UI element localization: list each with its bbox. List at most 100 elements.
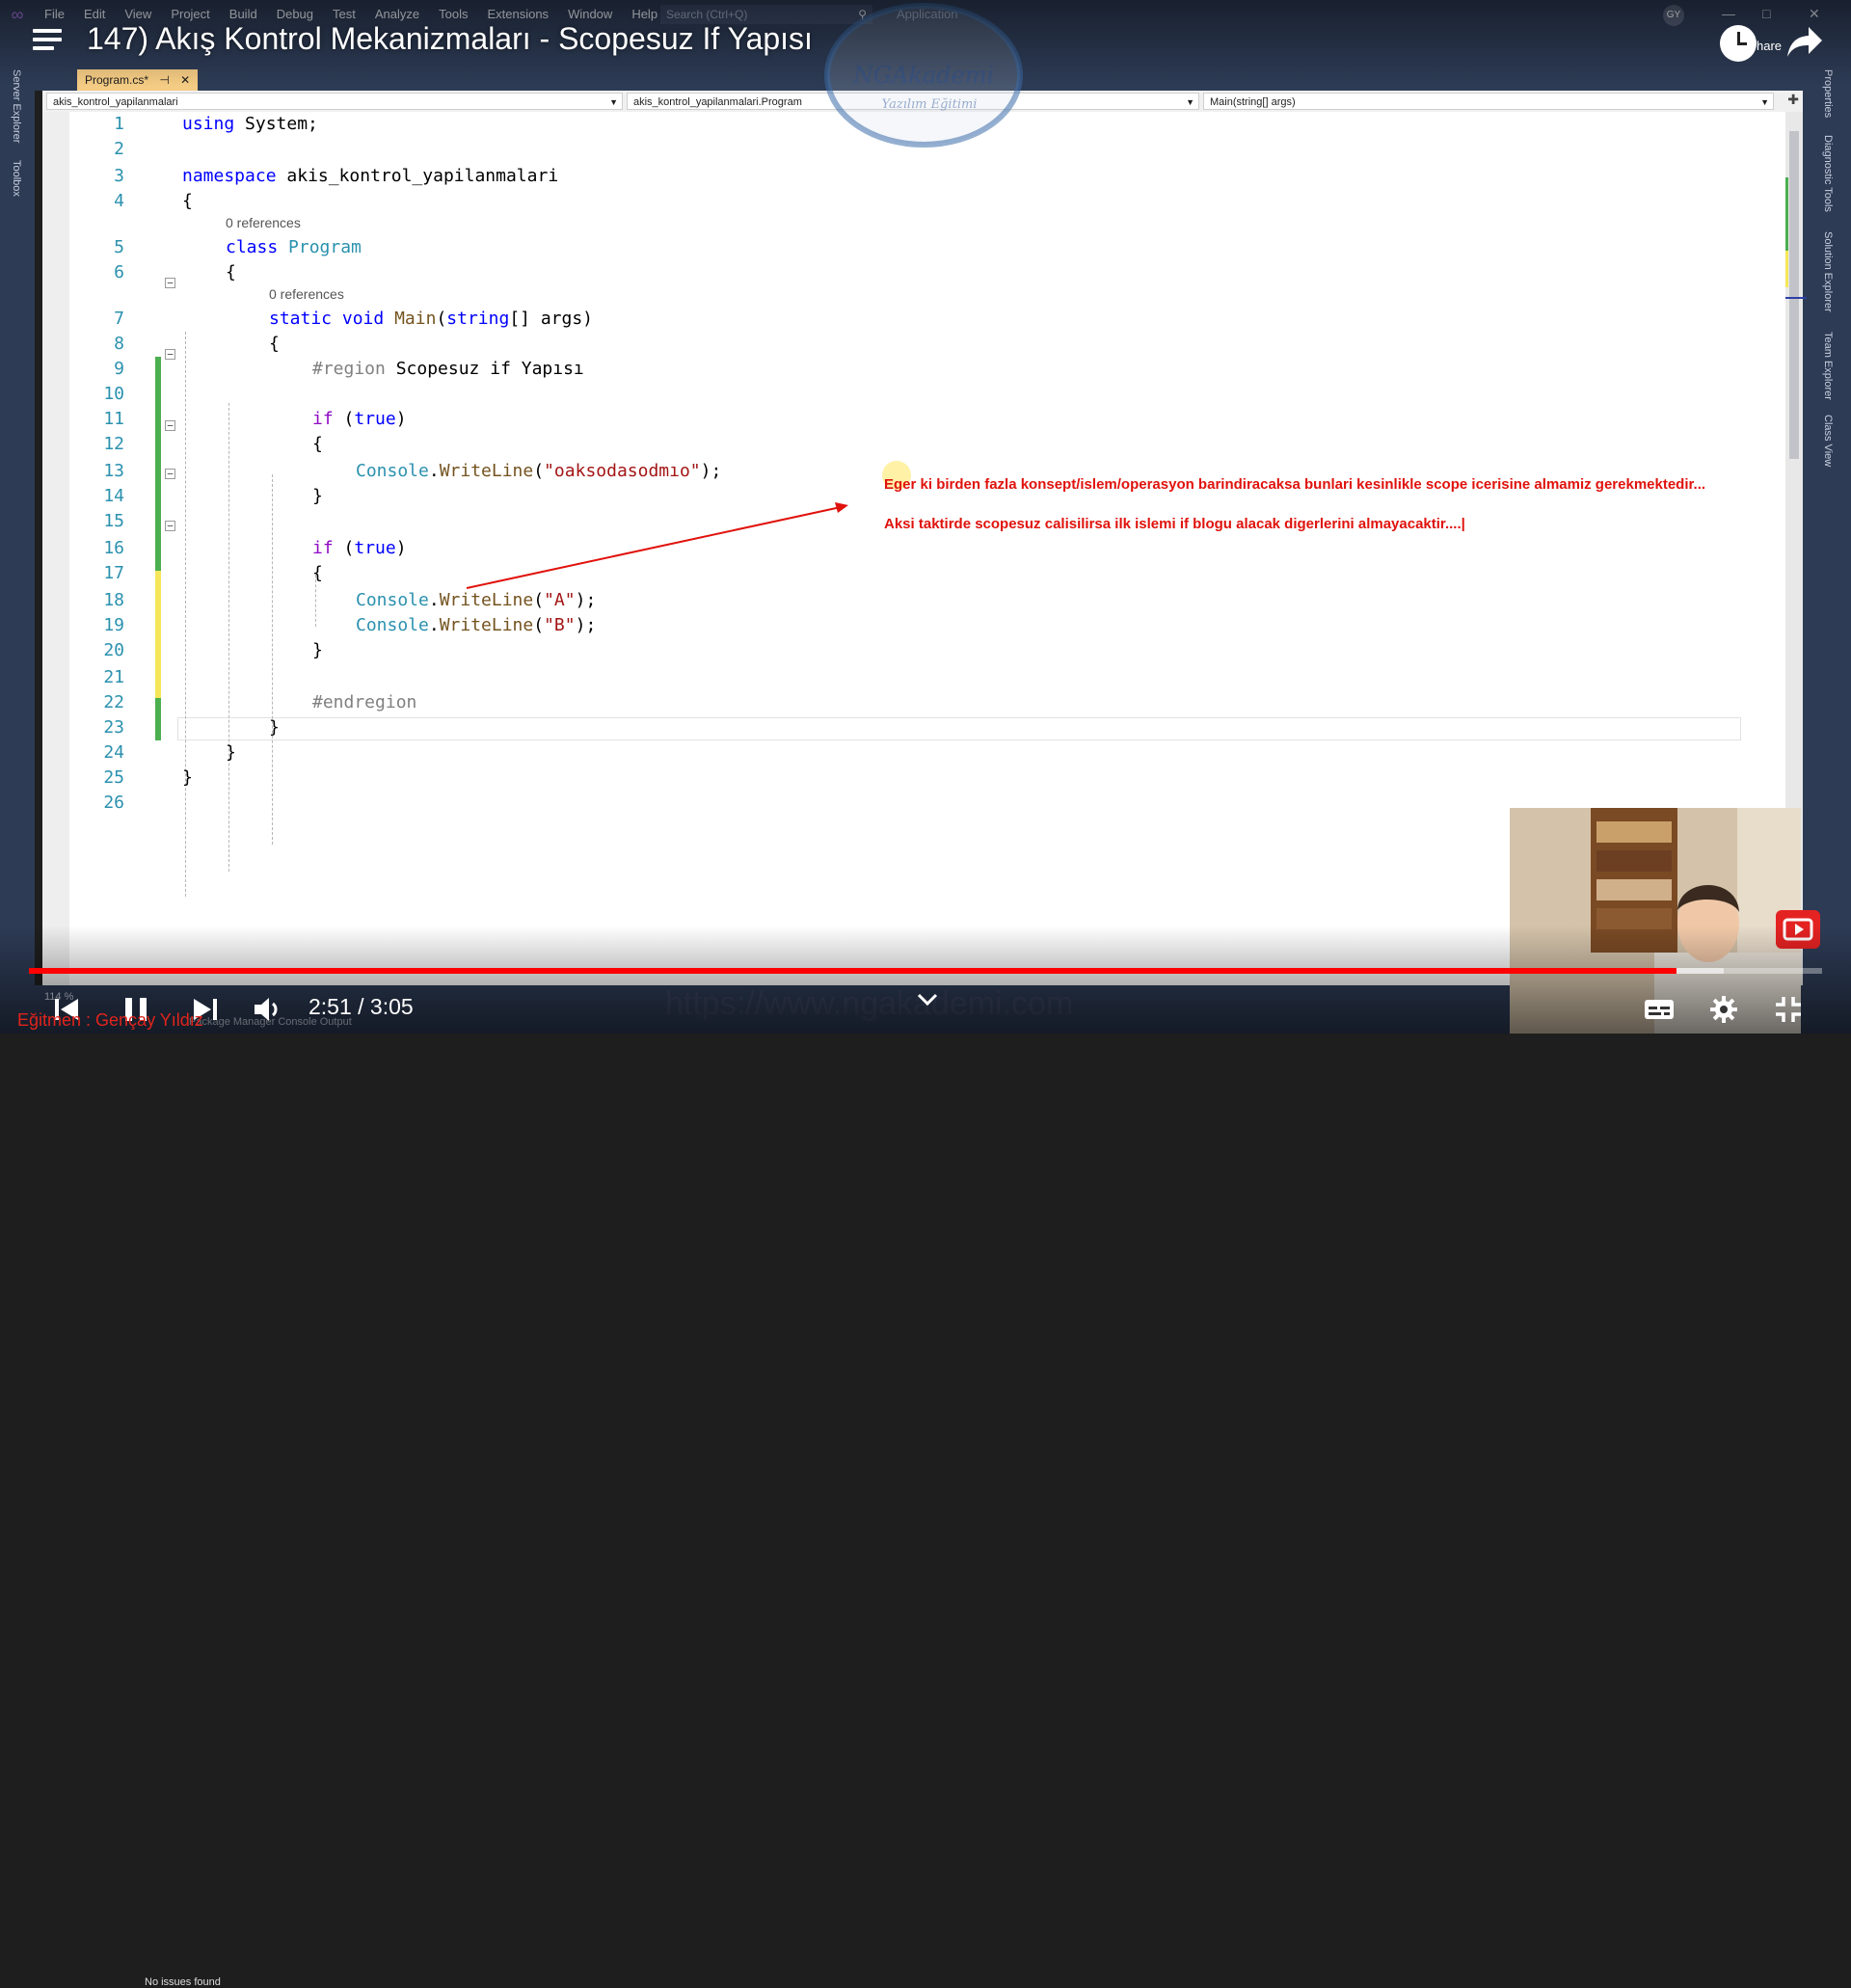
code-line: 21: [42, 665, 1758, 690]
line-number: 11: [103, 409, 124, 429]
share-icon[interactable]: [1785, 25, 1824, 60]
settings-gear-icon[interactable]: [1708, 995, 1739, 1024]
tab-program-cs[interactable]: Program.cs* ⊣ ✕: [77, 69, 199, 91]
code-text: {: [226, 262, 236, 282]
code-line: 24 }: [42, 740, 1758, 766]
code-line: 3 namespace akis_kontrol_yapilanmalari: [42, 164, 1758, 189]
scrollbar-thumb[interactable]: [1789, 131, 1799, 459]
chevron-down-icon[interactable]: [916, 991, 939, 1008]
line-number: 17: [103, 563, 124, 583]
project-dropdown[interactable]: akis_kontrol_yapilanmalari ▼: [46, 93, 623, 110]
watch-later-icon[interactable]: [1720, 25, 1757, 62]
restore-icon[interactable]: □: [1762, 6, 1770, 21]
string-literal: "oaksodasodmıo": [544, 461, 701, 481]
line-number: 1: [114, 114, 124, 134]
line-number: 26: [103, 793, 124, 813]
class-dropdown[interactable]: akis_kontrol_yapilanmalari.Program ▼: [627, 93, 1199, 110]
line-number: 16: [103, 538, 124, 558]
code-line: 7 static void Main(string[] args): [42, 307, 1758, 332]
code-line: 25 }: [42, 766, 1758, 791]
code-line: 6 {: [42, 260, 1758, 285]
menu-file[interactable]: File: [35, 0, 74, 29]
code-text: {: [312, 434, 323, 454]
code-text: }: [312, 640, 323, 660]
class-dropdown-value: akis_kontrol_yapilanmalari.Program: [633, 96, 802, 108]
line-number: 23: [103, 717, 124, 738]
visual-studio-logo-icon: ∞: [11, 4, 24, 24]
share-label[interactable]: hare: [1757, 39, 1782, 53]
code-text: if (true): [312, 538, 407, 558]
time-display: 2:51 / 3:05: [308, 994, 414, 1019]
tab-label: Program.cs*: [85, 73, 149, 87]
menu-icon: [33, 46, 54, 50]
minimize-icon[interactable]: —: [1722, 6, 1735, 21]
properties-tab[interactable]: Properties: [1822, 69, 1834, 118]
playlist-menu-button[interactable]: [33, 29, 62, 54]
code-text: class Program: [226, 237, 362, 257]
code-line: 16 if (true): [42, 536, 1758, 561]
close-tab-icon[interactable]: ✕: [180, 73, 190, 87]
code-text: if (true): [312, 409, 407, 429]
chevron-down-icon: ▼: [1186, 97, 1194, 107]
chevron-down-icon: ▼: [609, 97, 618, 107]
line-number: 12: [103, 434, 124, 454]
video-title[interactable]: 147) Akış Kontrol Mekanizmaları - Scopes…: [87, 21, 813, 57]
member-dropdown-value: Main(string[] args): [1210, 96, 1296, 108]
code-line: 12 {: [42, 432, 1758, 457]
code-line: 23 }: [42, 715, 1758, 740]
overview-caret-mark: [1785, 297, 1807, 299]
chevron-down-icon: ▼: [1760, 97, 1769, 107]
code-text: #region Scopesuz if Yapısı: [312, 359, 584, 379]
code-line: 5 class Program: [42, 235, 1758, 260]
line-number: 9: [114, 359, 124, 379]
overview-change-mark: [1785, 251, 1788, 287]
annotation-line-2: Aksi taktirde scopesuz calisilirsa ilk i…: [884, 516, 1465, 532]
line-number: 6: [114, 262, 124, 282]
namespace-name: akis_kontrol_yapilanmalari: [286, 166, 559, 186]
seek-bar[interactable]: [29, 968, 1822, 974]
team-explorer-tab[interactable]: Team Explorer: [1822, 332, 1834, 400]
split-add-icon[interactable]: ✚: [1787, 92, 1799, 108]
seek-bar-played: [29, 968, 1677, 974]
volume-icon[interactable]: [253, 995, 285, 1024]
exit-fullscreen-icon[interactable]: [1774, 995, 1803, 1024]
issues-status[interactable]: No issues found: [145, 1976, 221, 1988]
code-line: 18 Console.WriteLine("A");: [42, 588, 1758, 613]
codelens-references[interactable]: 0 references: [226, 214, 301, 231]
code-line: 11 if (true): [42, 407, 1758, 432]
user-avatar[interactable]: GY: [1663, 5, 1684, 26]
diagnostic-tools-tab[interactable]: Diagnostic Tools: [1822, 135, 1834, 212]
code-line: 17 {: [42, 561, 1758, 586]
subtitles-icon[interactable]: [1643, 995, 1676, 1024]
class-view-tab[interactable]: Class View: [1822, 415, 1834, 467]
play-logo-icon: [1783, 918, 1813, 941]
line-number: 20: [103, 640, 124, 660]
code-line: 22 #endregion: [42, 690, 1758, 715]
code-text: }: [182, 767, 193, 788]
code-text: }: [226, 742, 236, 763]
line-number: 4: [114, 191, 124, 211]
solution-explorer-tab[interactable]: Solution Explorer: [1822, 231, 1834, 312]
code-line: 2: [42, 137, 1758, 162]
navigation-bar: akis_kontrol_yapilanmalari ▼ akis_kontro…: [42, 91, 1803, 113]
line-number: 14: [103, 486, 124, 506]
right-tool-rail: Properties Diagnostic Tools Solution Exp…: [1803, 66, 1851, 1001]
code-text: using System;: [182, 114, 318, 134]
line-number: 5: [114, 237, 124, 257]
code-line: 4 {: [42, 189, 1758, 214]
code-text: #endregion: [312, 692, 417, 712]
code-text: {: [269, 334, 280, 354]
close-icon[interactable]: ✕: [1809, 6, 1820, 22]
member-dropdown[interactable]: Main(string[] args) ▼: [1203, 93, 1774, 110]
server-explorer-tab[interactable]: Server Explorer: [11, 69, 22, 143]
pin-icon[interactable]: ⊣: [159, 73, 169, 87]
code-line: 19 Console.WriteLine("B");: [42, 613, 1758, 638]
search-icon: ⚲: [858, 8, 867, 21]
youtube-logo-button[interactable]: [1776, 910, 1820, 949]
line-number: 10: [103, 384, 124, 404]
line-number: 21: [103, 667, 124, 687]
codelens-references[interactable]: 0 references: [269, 285, 344, 303]
toolbox-tab[interactable]: Toolbox: [11, 160, 22, 197]
instructor-credit: Eğitmen : Gençay Yıldız: [17, 1010, 203, 1030]
line-number: 22: [103, 692, 124, 712]
